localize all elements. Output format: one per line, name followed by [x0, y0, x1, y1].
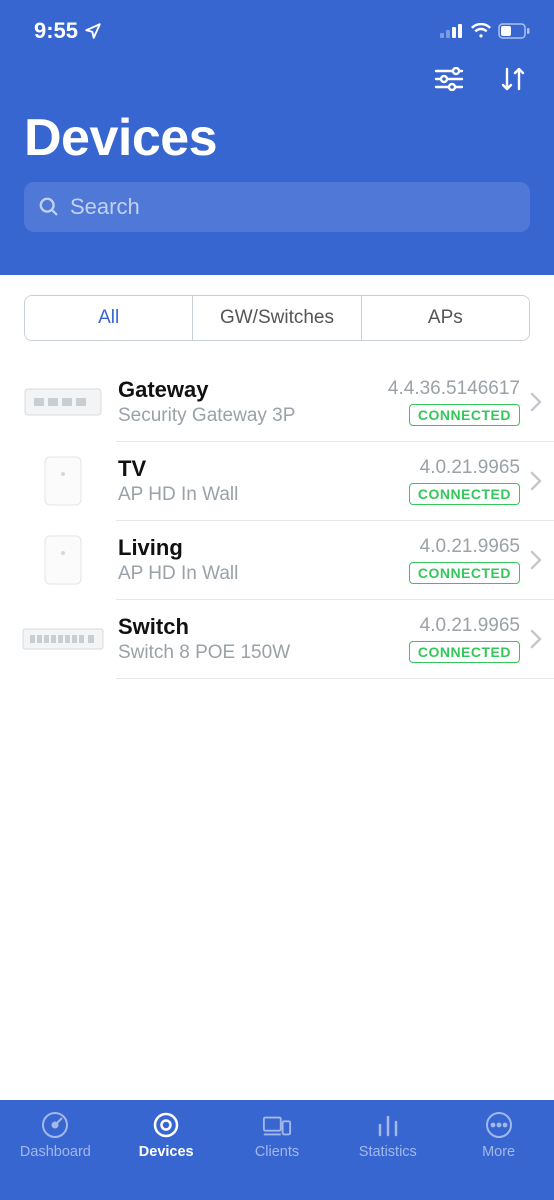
header: 9:55 Devices: [0, 0, 554, 275]
device-meta: 4.0.21.9965 CONNECTED: [409, 615, 520, 663]
search-bar[interactable]: [24, 182, 530, 232]
sort-button[interactable]: [496, 62, 530, 96]
status-bar: 9:55: [0, 0, 554, 48]
device-name: Switch: [118, 614, 409, 640]
device-thumbnail: [22, 535, 104, 585]
filter-button[interactable]: [432, 62, 466, 96]
device-info: GatewaySecurity Gateway 3P: [118, 377, 388, 427]
divider: [116, 678, 554, 679]
device-model: AP HD In Wall: [118, 484, 409, 506]
nav-statistics[interactable]: Statistics: [332, 1110, 443, 1160]
gauge-icon: [40, 1110, 70, 1140]
nav-label: Clients: [255, 1144, 299, 1160]
status-badge: CONNECTED: [409, 562, 520, 584]
device-meta: 4.0.21.9965 CONNECTED: [409, 536, 520, 584]
dots-icon: [484, 1110, 514, 1140]
bars-icon: [373, 1110, 403, 1140]
device-model: Security Gateway 3P: [118, 405, 388, 427]
nav-devices[interactable]: Devices: [111, 1110, 222, 1160]
status-badge: CONNECTED: [409, 641, 520, 663]
chevron-right-icon: [530, 629, 542, 649]
device-thumbnail: [22, 614, 104, 664]
clients-icon: [262, 1110, 292, 1140]
location-icon: [84, 22, 102, 40]
nav-dashboard[interactable]: Dashboard: [0, 1110, 111, 1160]
filter-tabs: AllGW/SwitchesAPs: [24, 295, 530, 341]
device-version: 4.0.21.9965: [409, 457, 520, 479]
nav-label: Devices: [139, 1144, 194, 1160]
wifi-icon: [470, 23, 492, 39]
nav-label: Dashboard: [20, 1144, 91, 1160]
chevron-right-icon: [530, 471, 542, 491]
device-row[interactable]: TVAP HD In Wall4.0.21.9965 CONNECTED: [0, 442, 554, 520]
battery-icon: [498, 23, 530, 39]
search-input[interactable]: [70, 194, 516, 220]
tab-aps[interactable]: APs: [362, 296, 529, 340]
cell-signal-icon: [440, 24, 464, 38]
status-badge: CONNECTED: [409, 483, 520, 505]
device-name: Gateway: [118, 377, 388, 403]
tab-all[interactable]: All: [25, 296, 193, 340]
device-meta: 4.0.21.9965 CONNECTED: [409, 457, 520, 505]
device-meta: 4.4.36.5146617 CONNECTED: [388, 378, 520, 426]
device-version: 4.0.21.9965: [409, 536, 520, 558]
chevron-right-icon: [530, 550, 542, 570]
nav-clients[interactable]: Clients: [222, 1110, 333, 1160]
device-name: Living: [118, 535, 409, 561]
nav-label: Statistics: [359, 1144, 417, 1160]
device-info: TVAP HD In Wall: [118, 456, 409, 506]
nav-label: More: [482, 1144, 515, 1160]
search-icon: [38, 196, 60, 218]
device-name: TV: [118, 456, 409, 482]
device-model: AP HD In Wall: [118, 563, 409, 585]
device-thumbnail: [22, 377, 104, 427]
device-list: GatewaySecurity Gateway 3P4.4.36.5146617…: [0, 363, 554, 679]
tab-bar: Dashboard Devices Clients Statistics More: [0, 1100, 554, 1200]
device-model: Switch 8 POE 150W: [118, 642, 409, 664]
status-time: 9:55: [34, 18, 78, 44]
status-badge: CONNECTED: [409, 404, 520, 426]
device-row[interactable]: SwitchSwitch 8 POE 150W4.0.21.9965 CONNEC…: [0, 600, 554, 678]
device-thumbnail: [22, 456, 104, 506]
device-version: 4.0.21.9965: [409, 615, 520, 637]
chevron-right-icon: [530, 392, 542, 412]
device-row[interactable]: GatewaySecurity Gateway 3P4.4.36.5146617…: [0, 363, 554, 441]
tab-gw-switches[interactable]: GW/Switches: [193, 296, 361, 340]
device-info: LivingAP HD In Wall: [118, 535, 409, 585]
device-info: SwitchSwitch 8 POE 150W: [118, 614, 409, 664]
device-row[interactable]: LivingAP HD In Wall4.0.21.9965 CONNECTED: [0, 521, 554, 599]
ring-icon: [151, 1110, 181, 1140]
device-version: 4.4.36.5146617: [388, 378, 520, 400]
nav-more[interactable]: More: [443, 1110, 554, 1160]
